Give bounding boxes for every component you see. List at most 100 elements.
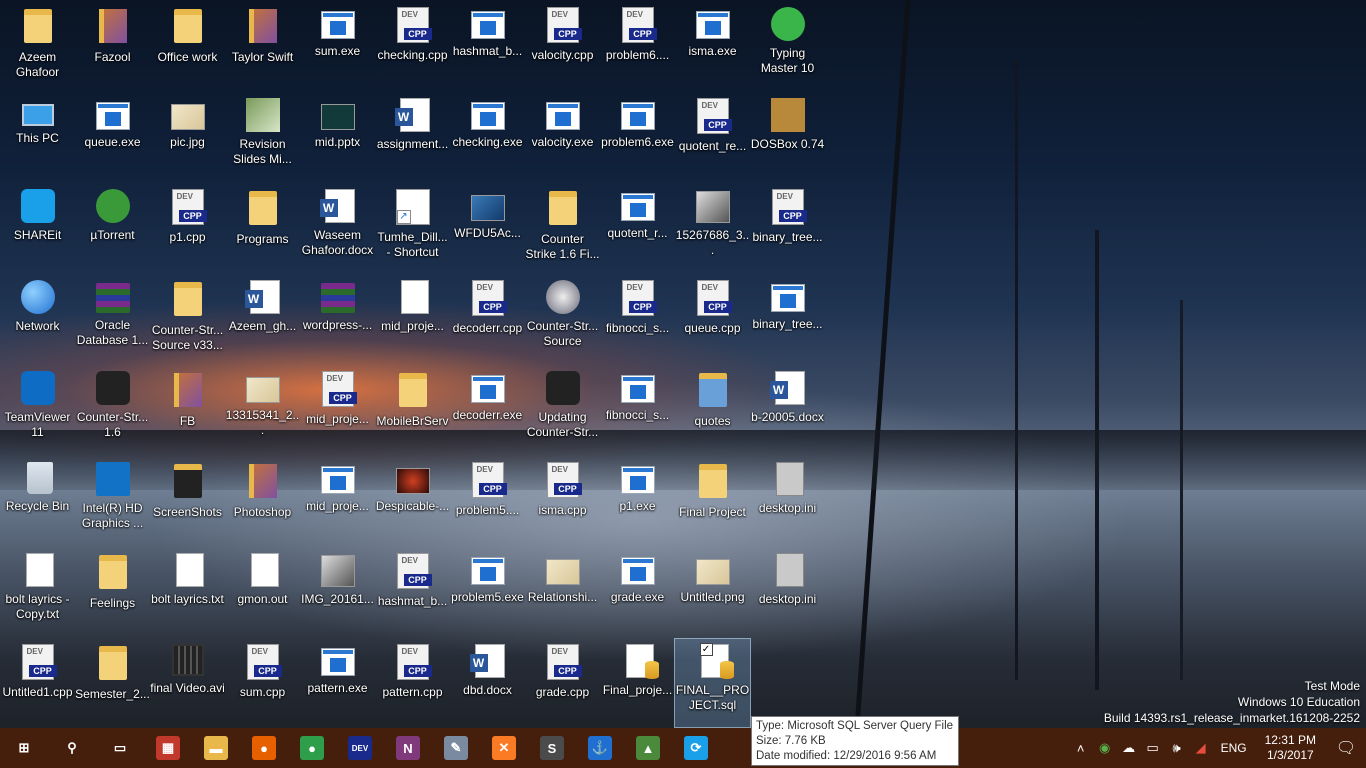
desktop-icon[interactable]: checking.exe <box>450 93 525 181</box>
desktop-icon[interactable]: Revision Slides Mi... <box>225 93 300 181</box>
anchor-app[interactable]: ⚓ <box>576 728 624 768</box>
paint-app[interactable]: ✎ <box>432 728 480 768</box>
desktop-icon[interactable]: IMG_20161... <box>300 548 375 636</box>
desktop-icon[interactable]: WFDU5Ac... <box>450 184 525 272</box>
desktop-icon[interactable]: hashmat_b... <box>450 2 525 90</box>
desktop-icon[interactable]: gmon.out <box>225 548 300 636</box>
desktop-icon[interactable]: quotent_r... <box>600 184 675 272</box>
desktop-icon[interactable]: Counter-Str... 1.6 <box>75 366 150 454</box>
winrar-app[interactable]: ▦ <box>144 728 192 768</box>
desktop-icon[interactable]: desktop.ini <box>750 548 825 636</box>
desktop-icon[interactable]: bolt layrics - Copy.txt <box>0 548 75 636</box>
desktop-icon[interactable]: mid_proje... <box>375 275 450 363</box>
desktop-icon[interactable]: grade.exe <box>600 548 675 636</box>
onedrive-icon[interactable]: ☁ <box>1117 740 1141 756</box>
task-view-button[interactable]: ▭ <box>96 728 144 768</box>
clock[interactable]: 12:31 PM 1/3/2017 <box>1255 733 1326 763</box>
devcpp-app[interactable]: DEV <box>336 728 384 768</box>
desktop-icon[interactable]: DEV CPP hashmat_b... <box>375 548 450 636</box>
input-language[interactable]: ENG <box>1213 741 1255 755</box>
desktop-icon[interactable]: valocity.exe <box>525 93 600 181</box>
desktop-icon[interactable]: queue.exe <box>75 93 150 181</box>
desktop-icon[interactable]: binary_tree... <box>750 275 825 363</box>
desktop-icon[interactable]: DEV CPP binary_tree... <box>750 184 825 272</box>
xampp-app[interactable]: ✕ <box>480 728 528 768</box>
desktop-icon[interactable]: Recycle Bin <box>0 457 75 545</box>
desktop-icon[interactable]: Taylor Swift <box>225 2 300 90</box>
desktop-icon[interactable]: Relationshi... <box>525 548 600 636</box>
desktop-icon[interactable]: DEV CPP pattern.cpp <box>375 639 450 727</box>
desktop-icon[interactable]: DEV CPP quotent_re... <box>675 93 750 181</box>
desktop-icon[interactable]: quotes <box>675 366 750 454</box>
chart-app[interactable]: ▲ <box>624 728 672 768</box>
desktop-icon[interactable]: DEV CPP decoderr.cpp <box>450 275 525 363</box>
desktop-icon[interactable]: Final Project <box>675 457 750 545</box>
desktop-icon[interactable]: Final_proje... <box>600 639 675 727</box>
desktop-icon[interactable]: Despicable-... <box>375 457 450 545</box>
desktop-icon[interactable]: W Azeem_gh... <box>225 275 300 363</box>
desktop-icon[interactable]: Photoshop <box>225 457 300 545</box>
desktop-icon[interactable]: FB <box>150 366 225 454</box>
desktop-icon[interactable]: final Video.avi <box>150 639 225 727</box>
desktop-icon[interactable]: 13315341_2... <box>225 366 300 454</box>
desktop-icon[interactable]: Programs <box>225 184 300 272</box>
desktop-icon[interactable]: Tumhe_Dill... - Shortcut <box>375 184 450 272</box>
desktop-icon[interactable]: Office work <box>150 2 225 90</box>
battery-icon[interactable]: ▭ <box>1141 740 1165 756</box>
onenote-app[interactable]: N <box>384 728 432 768</box>
desktop-icon[interactable]: Intel(R) HD Graphics ... <box>75 457 150 545</box>
desktop-icon[interactable]: ✓ FINAL__PROJECT.sql <box>674 638 751 728</box>
desktop-icon[interactable]: DEV CPP p1.cpp <box>150 184 225 272</box>
show-hidden-icons-icon[interactable]: ˄ <box>1069 741 1093 756</box>
desktop-icon[interactable]: mid.pptx <box>300 93 375 181</box>
file-explorer-app[interactable]: ▬ <box>192 728 240 768</box>
desktop-icon[interactable]: Fazool <box>75 2 150 90</box>
desktop-icon[interactable]: DEV CPP isma.cpp <box>525 457 600 545</box>
desktop-icon[interactable]: isma.exe <box>675 2 750 90</box>
shareit-app[interactable]: ⟳ <box>672 728 720 768</box>
desktop-icon[interactable]: DEV CPP valocity.cpp <box>525 2 600 90</box>
desktop-icon[interactable]: DEV CPP problem5.... <box>450 457 525 545</box>
desktop-icon[interactable]: decoderr.exe <box>450 366 525 454</box>
chrome-app[interactable]: ● <box>288 728 336 768</box>
desktop-icon[interactable]: Azeem Ghafoor <box>0 2 75 90</box>
desktop-icon[interactable]: mid_proje... <box>300 457 375 545</box>
desktop-icon[interactable]: wordpress-... <box>300 275 375 363</box>
desktop-icon[interactable]: DEV CPP grade.cpp <box>525 639 600 727</box>
sublime-app[interactable]: S <box>528 728 576 768</box>
desktop-icon[interactable]: Counter-Str... Source v33... <box>150 275 225 363</box>
desktop-icon[interactable]: SHAREit <box>0 184 75 272</box>
desktop-icon[interactable]: 15267686_3... <box>675 184 750 272</box>
desktop-icon[interactable]: DEV CPP queue.cpp <box>675 275 750 363</box>
desktop-icon[interactable]: TeamViewer 11 <box>0 366 75 454</box>
selection-checkbox-icon[interactable]: ✓ <box>699 643 713 656</box>
desktop-icon[interactable]: DEV CPP mid_proje... <box>300 366 375 454</box>
desktop-icon[interactable]: Wb-20005.docx <box>750 366 825 454</box>
desktop-icon[interactable]: W Waseem Ghafoor.docx <box>300 184 375 272</box>
desktop-icon[interactable]: Semester_2... <box>75 639 150 727</box>
action-center-icon[interactable]: 🗨 <box>1326 738 1366 758</box>
desktop-icon[interactable]: Oracle Database 1... <box>75 275 150 363</box>
desktop-icon[interactable]: Wdbd.docx <box>450 639 525 727</box>
desktop-icon[interactable]: DEV CPP problem6.... <box>600 2 675 90</box>
desktop-icon[interactable]: problem5.exe <box>450 548 525 636</box>
desktop-icon[interactable]: bolt layrics.txt <box>150 548 225 636</box>
desktop-icon[interactable]: ScreenShots <box>150 457 225 545</box>
desktop-icon[interactable]: µTorrent <box>75 184 150 272</box>
desktop-icon[interactable]: Counter-Str... Source <box>525 275 600 363</box>
desktop-icon[interactable]: desktop.ini <box>750 457 825 545</box>
firefox-app[interactable]: ● <box>240 728 288 768</box>
desktop-icon[interactable]: This PC <box>0 93 75 181</box>
desktop-icon[interactable]: Wassignment... <box>375 93 450 181</box>
desktop-icon[interactable]: DEV CPP sum.cpp <box>225 639 300 727</box>
desktop-icon[interactable]: Untitled.png <box>675 548 750 636</box>
wifi-icon[interactable]: ◢ <box>1189 740 1213 756</box>
desktop-icon[interactable]: Typing Master 10 <box>750 2 825 90</box>
desktop-icon[interactable]: DEV CPP fibnocci_s... <box>600 275 675 363</box>
desktop-icon[interactable]: pattern.exe <box>300 639 375 727</box>
network-status-icon[interactable]: ◉ <box>1093 740 1117 756</box>
desktop-icon[interactable]: Feelings <box>75 548 150 636</box>
desktop-icon[interactable]: DOSBox 0.74 <box>750 93 825 181</box>
desktop-icon[interactable]: Updating Counter-Str... <box>525 366 600 454</box>
volume-icon[interactable]: 🕪 <box>1165 740 1189 756</box>
